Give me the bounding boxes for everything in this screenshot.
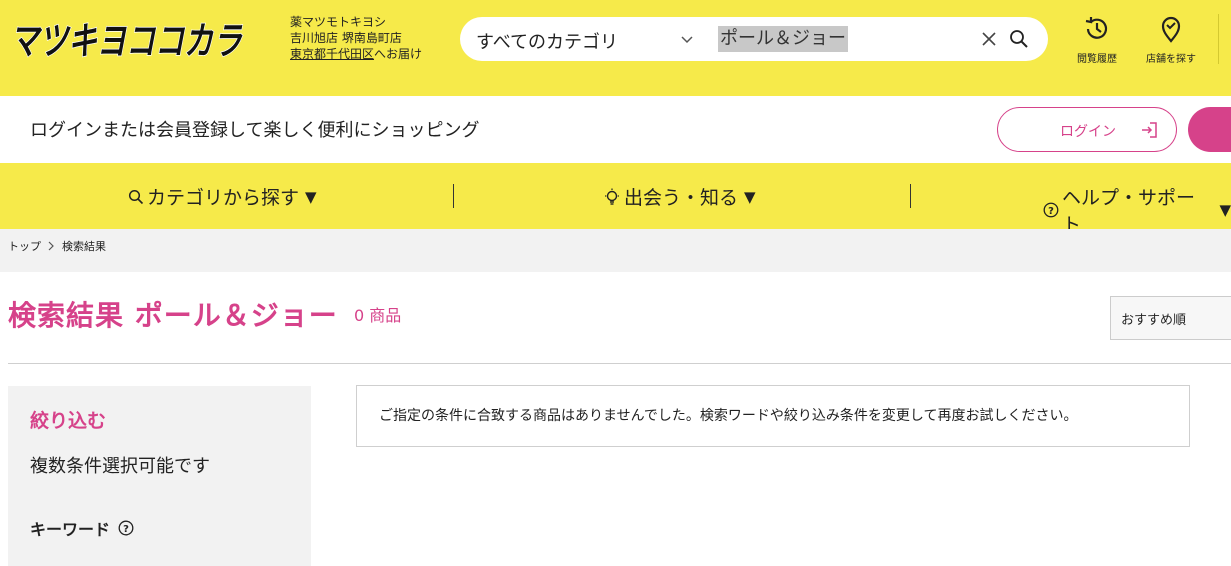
store-finder-button[interactable]: 店舗を探す bbox=[1143, 14, 1199, 65]
clear-icon[interactable] bbox=[980, 30, 998, 48]
store-finder-label: 店舗を探す bbox=[1146, 54, 1196, 65]
map-pin-icon bbox=[1161, 16, 1181, 43]
help-icon: ? bbox=[1043, 202, 1059, 218]
chevron-down-icon[interactable] bbox=[678, 30, 696, 48]
chevron-right-icon bbox=[48, 241, 54, 251]
header-divider bbox=[1218, 14, 1219, 64]
svg-text:?: ? bbox=[1048, 206, 1054, 217]
search-input[interactable]: ポール＆ジョー bbox=[718, 26, 848, 52]
history-button[interactable]: 閲覧履歴 bbox=[1075, 14, 1119, 65]
breadcrumb: トップ 検索結果 bbox=[8, 238, 106, 254]
login-button[interactable]: ログイン bbox=[997, 107, 1177, 152]
nav-divider bbox=[910, 184, 911, 208]
store-info[interactable]: 薬マツモトキヨシ 吉川旭店 堺南島町店 東京都千代田区へお届け bbox=[290, 14, 422, 62]
keyword-filter-label: キーワード ? bbox=[30, 516, 134, 540]
nav-item-label: カテゴリから探す bbox=[147, 187, 300, 209]
login-button-label: ログイン bbox=[1060, 124, 1116, 140]
filter-heading: 絞り込む bbox=[30, 410, 107, 432]
history-label: 閲覧履歴 bbox=[1077, 54, 1117, 65]
store-line1: 薬マツモトキヨシ bbox=[290, 15, 387, 29]
caret-down-icon: ▼ bbox=[744, 187, 756, 206]
empty-result-box: ご指定の条件に合致する商品はありませんでした。検索ワードや絞り込み条件を変更して… bbox=[356, 385, 1190, 447]
lightbulb-icon bbox=[605, 188, 619, 205]
login-prompt: ログインまたは会員登録して楽しく便利にショッピング bbox=[30, 120, 480, 141]
help-icon[interactable]: ? bbox=[118, 520, 134, 536]
main-nav: カテゴリから探す ▼ 出会う・知る ▼ ? ヘルプ・サポート ▼ bbox=[0, 163, 1231, 236]
page-title: 検索結果 ポール＆ジョー bbox=[8, 299, 338, 332]
empty-result-message: ご指定の条件に合致する商品はありませんでした。検索ワードや絞り込み条件を変更して… bbox=[379, 408, 1078, 424]
caret-down-icon: ▼ bbox=[1219, 201, 1231, 219]
login-icon bbox=[1142, 122, 1157, 138]
result-count: 0 商品 bbox=[354, 306, 402, 325]
search-icon[interactable] bbox=[1009, 29, 1029, 49]
nav-item-label: 出会う・知る bbox=[624, 187, 739, 209]
logo-text: マツキヨココカラ bbox=[10, 19, 243, 63]
store-delivery: へお届け bbox=[374, 47, 423, 61]
search-bar: すべてのカテゴリ ポール＆ジョー bbox=[460, 17, 1048, 61]
site-logo[interactable]: マツキヨココカラ bbox=[10, 12, 245, 64]
caret-down-icon: ▼ bbox=[305, 187, 317, 206]
nav-item-category[interactable]: カテゴリから探す ▼ bbox=[128, 183, 317, 210]
svg-text:?: ? bbox=[123, 524, 129, 535]
breadcrumb-item-current: 検索結果 bbox=[62, 240, 106, 253]
keyword-label-text: キーワード bbox=[30, 520, 111, 539]
search-category-select[interactable]: すべてのカテゴリ bbox=[476, 28, 618, 54]
store-line2: 吉川旭店 堺南島町店 bbox=[290, 31, 402, 45]
register-button[interactable] bbox=[1188, 107, 1231, 152]
title-divider bbox=[8, 363, 1231, 364]
nav-divider bbox=[453, 184, 454, 208]
sort-select[interactable]: おすすめ順 bbox=[1110, 296, 1231, 340]
login-bar: ログインまたは会員登録して楽しく便利にショッピング ログイン bbox=[0, 96, 1231, 163]
history-icon bbox=[1085, 17, 1108, 39]
header: マツキヨココカラ 薬マツモトキヨシ 吉川旭店 堺南島町店 東京都千代田区へお届け… bbox=[0, 0, 1231, 96]
nav-item-discover[interactable]: 出会う・知る ▼ bbox=[603, 183, 756, 210]
breadcrumb-bar: トップ 検索結果 bbox=[0, 229, 1231, 272]
breadcrumb-item-top[interactable]: トップ bbox=[8, 238, 41, 254]
store-address-link[interactable]: 東京都千代田区 bbox=[290, 47, 374, 61]
filter-subtitle: 複数条件選択可能です bbox=[30, 456, 210, 477]
filter-sidebar: 絞り込む 複数条件選択可能です キーワード ? bbox=[8, 386, 311, 566]
store-address-row: 東京都千代田区へお届け bbox=[290, 46, 422, 62]
search-icon bbox=[128, 189, 144, 204]
